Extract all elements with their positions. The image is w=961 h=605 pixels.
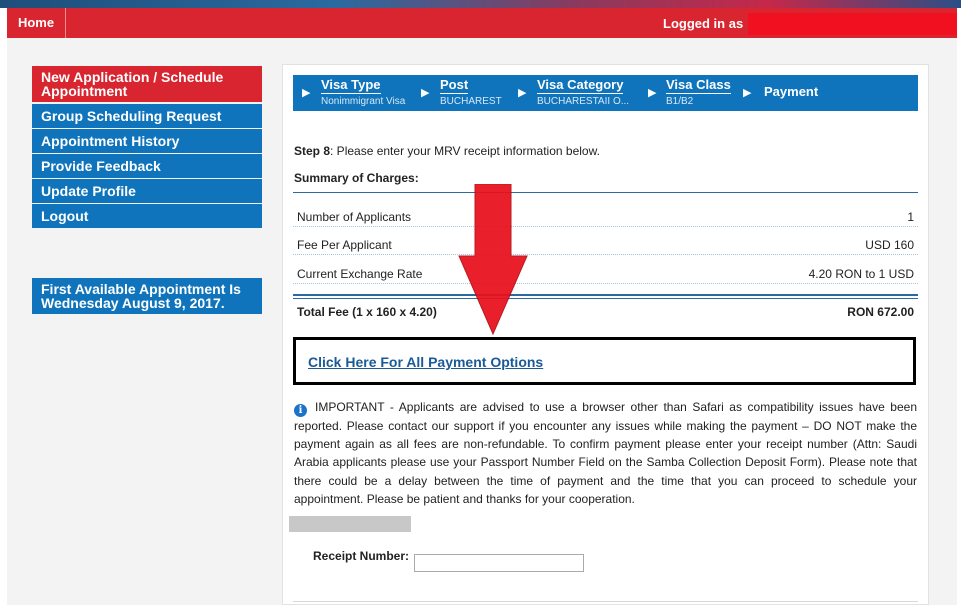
redacted-username [748,13,957,35]
total-fee-row: Total Fee (1 x 160 x 4.20) RON 672.00 [293,303,918,323]
step-value: B1/B2 [666,96,694,107]
step-title: Payment [764,84,819,99]
charge-label: Number of Applicants [297,210,414,224]
bottom-divider [293,601,918,602]
charge-row-exchange-rate: Current Exchange Rate 4.20 RON to 1 USD [293,265,918,284]
sidebar-nav: New Application / Schedule Appointment G… [32,66,262,229]
sidebar-item-logout[interactable]: Logout [32,204,262,228]
header-bar: Home Logged in as [7,8,957,38]
step-title: Post [440,77,469,94]
step-instruction-text: : Please enter your MRV receipt informat… [330,144,600,158]
charge-value: 1 [905,210,914,224]
sidebar-item-provide-feedback[interactable]: Provide Feedback [32,154,262,178]
logged-in-label: Logged in as [663,16,744,31]
sidebar-item-new-application[interactable]: New Application / Schedule Appointment [32,66,262,102]
summary-divider [293,192,918,193]
step-arrow-icon: ▶ [743,87,752,99]
step-arrow-icon: ▶ [648,87,657,99]
sidebar-item-update-profile[interactable]: Update Profile [32,179,262,203]
section-tab-placeholder [289,516,411,532]
total-divider-thin [293,298,918,299]
step-title: Visa Category [537,77,624,94]
step-value: BUCHARESTAII O... [537,96,630,107]
first-available-notice: First Available Appointment Is Wednesday… [32,278,262,314]
top-decorative-strip [0,0,961,8]
charge-value: USD 160 [863,238,914,252]
total-divider [293,294,918,296]
total-fee-label: Total Fee (1 x 160 x 4.20) [297,305,437,319]
charge-label: Fee Per Applicant [297,238,394,252]
receipt-number-label: Receipt Number: [313,549,410,563]
step-arrow-icon: ▶ [421,87,430,99]
annotation-arrow-icon [458,184,528,336]
sidebar-item-appointment-history[interactable]: Appointment History [32,129,262,153]
step-title: Visa Class [666,77,731,94]
info-icon: i [294,404,307,417]
step-arrow-icon: ▶ [302,87,311,99]
step-value: BUCHAREST [440,96,502,107]
payment-options-box: Click Here For All Payment Options [293,337,916,385]
important-notice: i IMPORTANT - Applicants are advised to u… [294,398,917,508]
home-button[interactable]: Home [7,8,66,38]
step-arrow-icon: ▶ [518,87,527,99]
charge-row-applicants: Number of Applicants 1 [293,208,918,227]
receipt-number-input[interactable] [414,554,584,572]
total-fee-value: RON 672.00 [847,305,914,319]
step-progress-bar: ▶ Visa Type Nonimmigrant Visa ▶ Post BUC… [293,75,918,111]
payment-options-link[interactable]: Click Here For All Payment Options [308,354,543,370]
step-instruction: Step 8: Please enter your MRV receipt in… [294,144,600,158]
step-value: Nonimmigrant Visa [321,96,406,107]
charge-label: Current Exchange Rate [297,267,425,281]
important-notice-text: IMPORTANT - Applicants are advised to us… [294,400,917,506]
sidebar-item-group-scheduling[interactable]: Group Scheduling Request [32,104,262,128]
step-title: Visa Type [321,77,381,94]
charge-value: 4.20 RON to 1 USD [806,267,914,281]
summary-of-charges-title: Summary of Charges: [294,171,419,185]
step-number: Step 8 [294,144,331,158]
charge-row-fee: Fee Per Applicant USD 160 [293,236,918,255]
